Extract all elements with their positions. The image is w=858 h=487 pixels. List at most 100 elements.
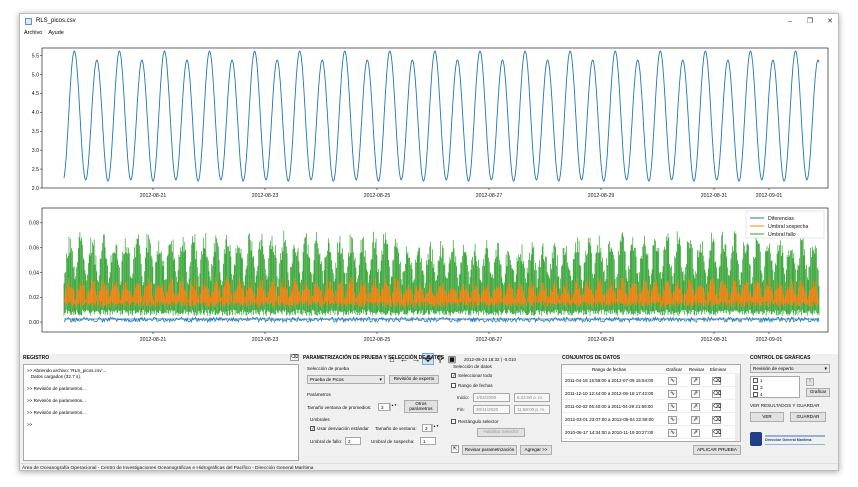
delete-icon[interactable]: ⌫	[712, 429, 721, 437]
umbral-sospecha-label: Umbral de sospecha:	[371, 439, 414, 444]
plot2-ytick-label: 0.04	[29, 270, 39, 276]
table-row[interactable]: 2011-12-10 12:44:00 a 2012-06-18 17:42:0…	[562, 388, 740, 400]
plot1-ytick-label: 2.0	[32, 186, 39, 192]
table-row[interactable]: 2010-06-17 14:34:00 a 2010-11-19 20:27:0…	[562, 427, 740, 439]
tam-ventana2-input[interactable]: 3	[422, 424, 432, 432]
guardar-button[interactable]: GUARDAR	[790, 412, 826, 422]
aplicar-prueba-button[interactable]: APLICAR PRUEBA	[693, 445, 741, 455]
series-1-checkbox[interactable]	[753, 378, 758, 383]
seleccionar-todo-checkbox[interactable]: ✓	[451, 373, 456, 378]
plot2-ytick-label: 0.00	[29, 320, 39, 326]
fin-fecha-input[interactable]: 30/11/2020	[473, 405, 510, 414]
registro-log[interactable]: >> Abriendo archivo: 'RLS_picos.csv'... …	[23, 364, 299, 461]
series-3-label: 3	[760, 385, 763, 390]
maximize-button[interactable]: ❐	[800, 14, 820, 28]
rango-cell: 2011-04-18 15:59:00 a 2012-07-09 15:54:0…	[565, 378, 653, 383]
tam-ventana-input[interactable]: 3	[378, 403, 390, 411]
plot2-xtick-label: 2012-08-23	[252, 337, 279, 343]
up-arrow-button[interactable]: ↑	[806, 378, 814, 386]
header-graficar: Graficar	[666, 367, 682, 372]
logo-line-1	[765, 435, 825, 437]
menu-archivo[interactable]: Archivo	[24, 30, 42, 36]
tam-ventana-label: Tamaño ventana de promedios:	[307, 405, 371, 410]
prueba-select[interactable]: Prueba de Picos	[307, 375, 385, 384]
conjuntos-scrollbar[interactable]	[735, 374, 740, 441]
ver-guardar-label: VER RESULTADOS Y GUARDAR	[750, 403, 820, 408]
logo-line-2	[765, 444, 825, 445]
revision-experto-button[interactable]: Revisión de experto	[389, 375, 439, 384]
tam-ventana2-label: Tamaño de ventana:	[375, 426, 417, 431]
external-icon[interactable]: ⇱	[451, 445, 459, 453]
inicio-hora-input[interactable]: 6:24:00 a. m.	[514, 393, 550, 402]
plot2-xtick-label: 2012-08-21	[140, 337, 167, 343]
habilitar-selector-button[interactable]: Habilitar Selector	[477, 428, 525, 437]
series-4-label: 4	[760, 392, 763, 397]
delete-icon[interactable]: ⌫	[712, 416, 721, 424]
title-bar: RLS_picos.csv – ❐ ✕	[20, 14, 838, 28]
agregar-button[interactable]: Agregar >>	[520, 445, 552, 455]
series-4-checkbox[interactable]	[753, 392, 758, 397]
plot1-xtick-label: 2012-08-31	[701, 193, 728, 199]
plot2-xtick-label: 2012-08-29	[588, 337, 615, 343]
minimize-button[interactable]: –	[780, 14, 800, 28]
ver-button[interactable]: VER	[750, 412, 784, 422]
conjuntos-table[interactable]: Rango de fechas Graficar Revisar Elimina…	[561, 364, 741, 442]
rectangulo-checkbox[interactable]	[451, 419, 456, 424]
tam-ventana2-spinner[interactable]: ▲▼	[432, 424, 436, 432]
plot1-xtick-label: 2012-08-21	[140, 193, 167, 199]
plot1-ytick-label: 2.5	[32, 167, 39, 173]
plot1-frame	[42, 48, 828, 188]
param-title: PARAMETRIZACIÓN DE PRUEBA Y SELECCIÓN DE…	[303, 355, 444, 361]
rango-cell: 2011-02-02 06:40:00 a 2011-04-29 21:59:0…	[565, 404, 653, 409]
control-title: CONTROL DE GRÁFICAS	[750, 355, 810, 361]
menu-ayude[interactable]: Ayude	[48, 30, 64, 36]
umbral-fallo-input[interactable]: 2	[345, 437, 361, 445]
otros-parametros-button[interactable]: Otros parámetros	[404, 400, 438, 413]
close-button[interactable]: ✕	[820, 14, 839, 28]
plot1-ytick-label: 3.0	[32, 148, 39, 154]
clear-log-icon[interactable]: ⌫	[290, 354, 299, 361]
table-row[interactable]: 2012-03-01 23:07:00 a 2012-05-04 22:59:0…	[562, 414, 740, 426]
umbral-sospecha-input[interactable]: 1	[420, 437, 436, 445]
logo-text: Dirección General Marítima	[765, 438, 812, 442]
series-3-checkbox[interactable]	[753, 385, 758, 390]
open-external-icon[interactable]: ⇗	[691, 416, 700, 424]
open-external-icon[interactable]: ⇗	[691, 377, 700, 385]
graph-icon[interactable]: ∿	[668, 429, 677, 437]
tam-ventana-spinner[interactable]: ▲▼	[390, 403, 394, 411]
table-row[interactable]: 2011-02-02 06:40:00 a 2011-04-29 21:59:0…	[562, 401, 740, 413]
delete-icon[interactable]: ⌫	[712, 390, 721, 398]
open-external-icon[interactable]: ⇗	[691, 429, 700, 437]
seleccion-prueba-label: Selección de prueba	[307, 366, 349, 371]
plot1-ytick-label: 5.0	[32, 72, 39, 78]
delete-icon[interactable]: ⌫	[712, 377, 721, 385]
revisar-parametrizacion-button[interactable]: Revisar parametrización	[462, 445, 517, 455]
header-rango: Rango de fechas	[592, 367, 626, 372]
inicio-fecha-input[interactable]: 1/02/2009	[473, 393, 510, 402]
series-checklist[interactable]: 1 3 4	[750, 376, 800, 398]
rango-cell: 2011-12-10 12:44:00 a 2012-06-18 17:42:0…	[565, 391, 653, 396]
graph-icon[interactable]: ∿	[668, 416, 677, 424]
graph-icon[interactable]: ∿	[668, 403, 677, 411]
control-select[interactable]: Revisión de experto	[750, 364, 830, 373]
graph-icon[interactable]: ∿	[668, 377, 677, 385]
graficar-button[interactable]: Graficar	[806, 388, 830, 397]
graph-icon[interactable]: ∿	[668, 390, 677, 398]
fin-label: Fin:	[457, 407, 465, 412]
seleccion-datos-label: Selección de datos	[453, 364, 492, 369]
plot2-xtick-label: 2012-08-27	[476, 337, 503, 343]
plots-svg[interactable]: 5.5 5.0 4.5 4.0 3.5 3.0 2.5 2.0 2012-08-21 2012-0…	[20, 38, 839, 354]
umbrales-label: Umbrales	[310, 417, 330, 422]
header-eliminar: Eliminar	[710, 367, 726, 372]
table-row[interactable]: 2011-04-18 15:59:00 a 2012-07-09 15:54:0…	[562, 375, 740, 387]
usar-desv-checkbox[interactable]: ✓	[310, 426, 315, 431]
usar-desv-label: Usar desviación estándar	[317, 426, 369, 431]
umbral-fallo-label: Umbral de fallo:	[310, 439, 342, 444]
plot-canvas[interactable]: 5.5 5.0 4.5 4.0 3.5 3.0 2.5 2.0 2012-08-21 2012-0…	[20, 38, 839, 354]
fin-hora-input[interactable]: 11:59:00 p. m.	[514, 405, 550, 414]
delete-icon[interactable]: ⌫	[712, 403, 721, 411]
open-external-icon[interactable]: ⇗	[691, 390, 700, 398]
plot1-ytick-label: 4.0	[32, 110, 39, 116]
rango-fechas-checkbox[interactable]	[451, 383, 456, 388]
open-external-icon[interactable]: ⇗	[691, 403, 700, 411]
